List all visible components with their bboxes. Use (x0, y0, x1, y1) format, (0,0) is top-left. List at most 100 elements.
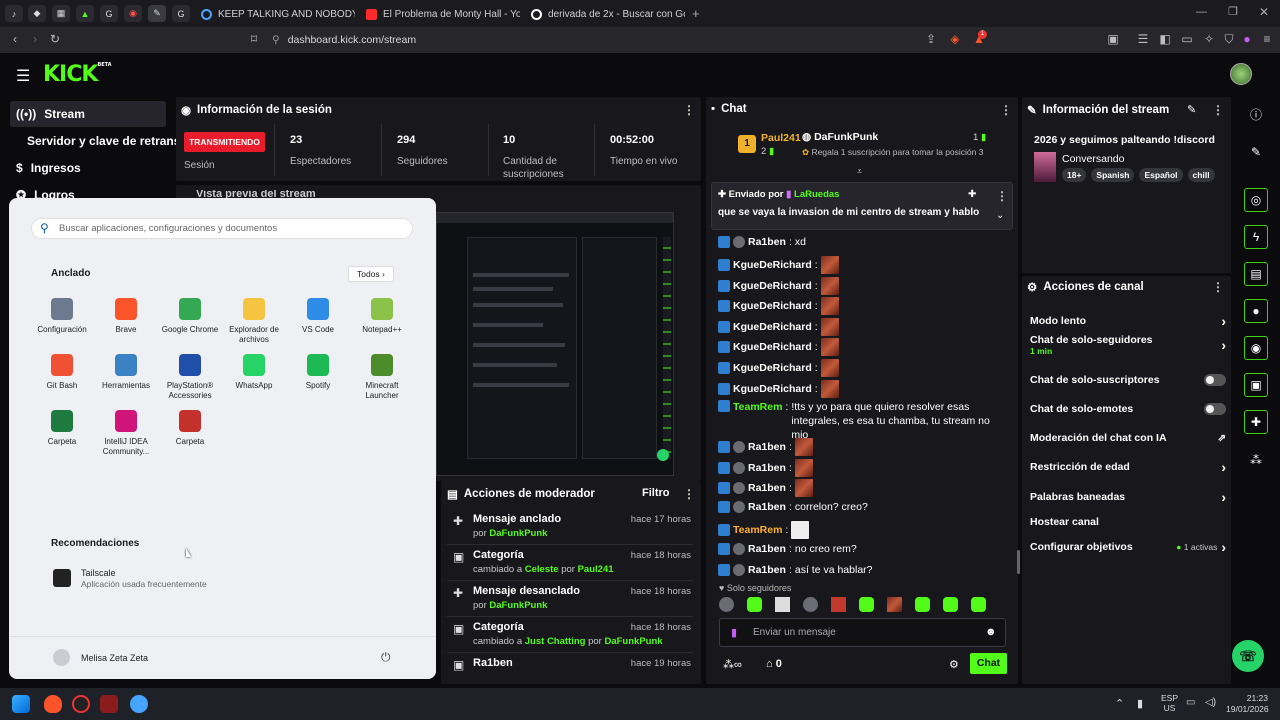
mic-tray-icon[interactable]: ▮ (1137, 697, 1143, 710)
back-icon[interactable]: ‹ (8, 32, 22, 46)
mod-icon[interactable]: ▣ (1244, 373, 1268, 397)
collapse-icon[interactable]: ⩡ (857, 166, 862, 177)
emote-icon[interactable] (719, 597, 734, 612)
info-icon[interactable]: ⓘ (1244, 102, 1268, 126)
pinned-tab-tiktok[interactable]: ♪ (5, 5, 23, 22)
start-app-tile[interactable]: Spotify (286, 354, 350, 391)
emoji-icon[interactable]: ☻ (985, 626, 997, 638)
chat-username[interactable]: KgueDeRichard (733, 340, 812, 354)
channel-action-control[interactable]: ⇗ (1218, 433, 1226, 444)
channel-action-control[interactable] (1204, 403, 1226, 415)
chat-message[interactable]: Ra1ben: (718, 438, 1008, 457)
emote-icon[interactable] (887, 597, 902, 612)
chat-message[interactable]: TeamRem: (718, 521, 1008, 539)
pinned-tab-4[interactable]: ▲ (76, 5, 94, 22)
bookmark-icon[interactable]: ⌑ (247, 32, 261, 46)
mod-action-row[interactable]: ▣ Categoría hace 18 horas cambiado a Celest… (447, 545, 693, 581)
emote-icon[interactable] (831, 597, 846, 612)
wrench-icon[interactable]: ✚ (1244, 410, 1268, 434)
send-chat-button[interactable]: Chat (970, 653, 1007, 674)
chat-message[interactable]: Ra1ben: así te va hablar? (718, 563, 1008, 577)
chat-username[interactable]: KgueDeRichard (733, 279, 812, 293)
mod-action-user2[interactable]: DaFunkPunk (604, 636, 662, 647)
channel-action-row[interactable]: Moderación del chat con IA ⇗ (1030, 429, 1226, 447)
chat-username[interactable]: Ra1ben (748, 440, 786, 454)
toggle-switch[interactable] (1204, 374, 1226, 386)
forward-icon[interactable]: › (28, 32, 42, 46)
reader-icon[interactable]: ▣ (1106, 32, 1120, 46)
brave-shield-icon[interactable]: ◈ (948, 32, 962, 46)
start-app-tile[interactable]: Google Chrome (158, 298, 222, 335)
chat-username[interactable]: Ra1ben (748, 500, 786, 514)
sidebar-item-server-key[interactable]: Servidor y clave de retransm (10, 128, 180, 154)
chat-message[interactable]: KgueDeRichard: (718, 256, 1008, 274)
channel-action-control[interactable]: › (1221, 459, 1226, 475)
mod-action-user[interactable]: DaFunkPunk (489, 528, 547, 539)
brave-icon[interactable] (44, 695, 62, 713)
start-app-tile[interactable]: WhatsApp (222, 354, 286, 391)
start-app-tile[interactable]: Explorador de archivos (222, 298, 286, 345)
start-app-tile[interactable]: Notepad++ (350, 298, 414, 335)
user-avatar-icon[interactable] (53, 649, 70, 666)
chat-message[interactable]: Ra1ben: correlon? creo? (718, 500, 1008, 514)
tag[interactable]: chill (1187, 168, 1215, 182)
reload-icon[interactable]: ↻ (48, 32, 62, 46)
channel-action-control[interactable]: › (1221, 489, 1226, 505)
chat-message[interactable]: Ra1ben: (718, 479, 1008, 498)
channel-actions-menu-icon[interactable]: ⋮ (1212, 280, 1224, 294)
emote-icon[interactable] (971, 597, 986, 612)
chat-bubble-icon[interactable]: ● (1244, 299, 1268, 323)
recommended-title[interactable]: Tailscale (81, 568, 116, 578)
start-app-tile[interactable]: VS Code (286, 298, 350, 335)
sidebar-icon[interactable]: ◧ (1158, 32, 1172, 46)
channel-action-control[interactable]: › (1221, 337, 1226, 353)
wallet-icon[interactable]: ▭ (1180, 32, 1194, 46)
start-app-tile[interactable]: Minecraft Launcher (350, 354, 414, 401)
tag[interactable]: 18+ (1062, 168, 1087, 182)
chat-username[interactable]: Ra1ben (748, 481, 786, 495)
emote-icon[interactable] (775, 597, 790, 612)
chat-username[interactable]: KgueDeRichard (733, 382, 812, 396)
tab-0[interactable]: KEEP TALKING AND NOBODY EXPLO (195, 3, 355, 25)
tab-1[interactable]: El Problema de Monty Hall - YouTub (360, 3, 520, 25)
stream-info-menu-icon[interactable]: ⋮ (1212, 103, 1224, 117)
chat-username[interactable]: TeamRem (733, 523, 782, 537)
pinned-tab-record[interactable]: ◉ (124, 5, 142, 22)
channel-action-control[interactable]: ● 1 activas › (1176, 539, 1226, 555)
pinned-tab-active[interactable]: ✎ (148, 5, 166, 22)
chat-message[interactable]: Ra1ben: xd (718, 235, 1008, 249)
channel-action-row[interactable]: Hostear canal (1030, 513, 1226, 531)
filter-button[interactable]: Filtro (642, 487, 670, 499)
lightning-icon[interactable]: ϟ (1244, 225, 1268, 249)
sidebar-item-income[interactable]: $ Ingresos (10, 155, 166, 181)
mod-action-row[interactable]: ▣ Categoría hace 18 horas cambiado a Just C… (447, 617, 693, 653)
chat-message[interactable]: Ra1ben: (718, 458, 1008, 477)
mod-action-user[interactable]: Celeste (525, 564, 559, 575)
mic-icon[interactable]: ▮ (731, 626, 737, 639)
start-app-tile[interactable]: Brave (94, 298, 158, 335)
close-window-button[interactable]: ✕ (1259, 5, 1269, 19)
chevron-down-icon[interactable]: ⌄ (996, 210, 1004, 221)
pinned-tab-google-2[interactable]: G (172, 5, 190, 22)
new-tab-button[interactable]: + (692, 6, 700, 21)
start-app-tile[interactable]: Herramientas (94, 354, 158, 391)
start-app-tile[interactable]: PlayStation® Accessories (158, 354, 222, 401)
pinned-tab-google[interactable]: G (100, 5, 118, 22)
hamburger-icon[interactable]: ☰ (16, 66, 30, 86)
emote-icon[interactable] (915, 597, 930, 612)
mod-action-user[interactable]: Just Chatting (525, 636, 586, 647)
chat-message[interactable]: Ra1ben: no creo rem? (718, 542, 1008, 556)
obs-icon[interactable] (72, 695, 90, 713)
points-icon[interactable]: ⁂ (1244, 448, 1268, 472)
start-app-tile[interactable]: Git Bash (30, 354, 94, 391)
camera-icon[interactable]: ◎ (1244, 188, 1268, 212)
pinned-tab-3[interactable]: ▦ (52, 5, 70, 22)
chat-message[interactable]: KgueDeRichard: (718, 379, 1008, 398)
tag[interactable]: Spanish (1091, 168, 1135, 182)
bookmarks-icon[interactable]: ☰ (1136, 32, 1150, 46)
chat-message[interactable]: KgueDeRichard: (718, 297, 1008, 316)
url-field[interactable]: ⚲ dashboard.kick.com/stream (272, 31, 992, 49)
app-icon[interactable] (130, 695, 148, 713)
mod-action-user2[interactable]: Paul241 (578, 564, 614, 575)
start-app-tile[interactable]: Carpeta (158, 410, 222, 447)
